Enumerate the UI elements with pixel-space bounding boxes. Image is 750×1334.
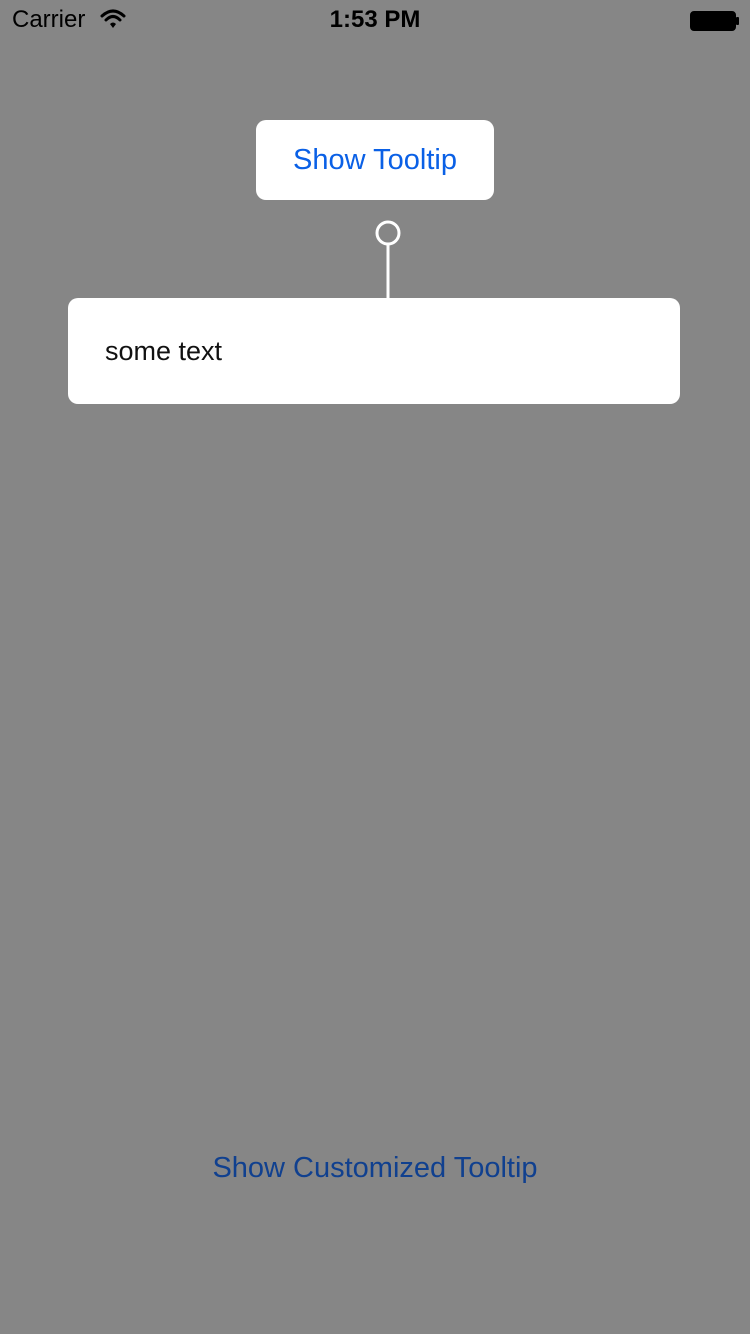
battery-icon [690,11,739,31]
show-customized-tooltip-button[interactable]: Show Customized Tooltip [0,1144,750,1192]
status-bar: Carrier 1:53 PM [0,0,750,40]
show-tooltip-button[interactable]: Show Tooltip [256,120,494,200]
tooltip-anchor-icon [375,220,401,300]
tooltip-popup: some text [68,298,680,404]
status-time: 1:53 PM [329,6,421,33]
tooltip-text: some text [105,336,223,366]
